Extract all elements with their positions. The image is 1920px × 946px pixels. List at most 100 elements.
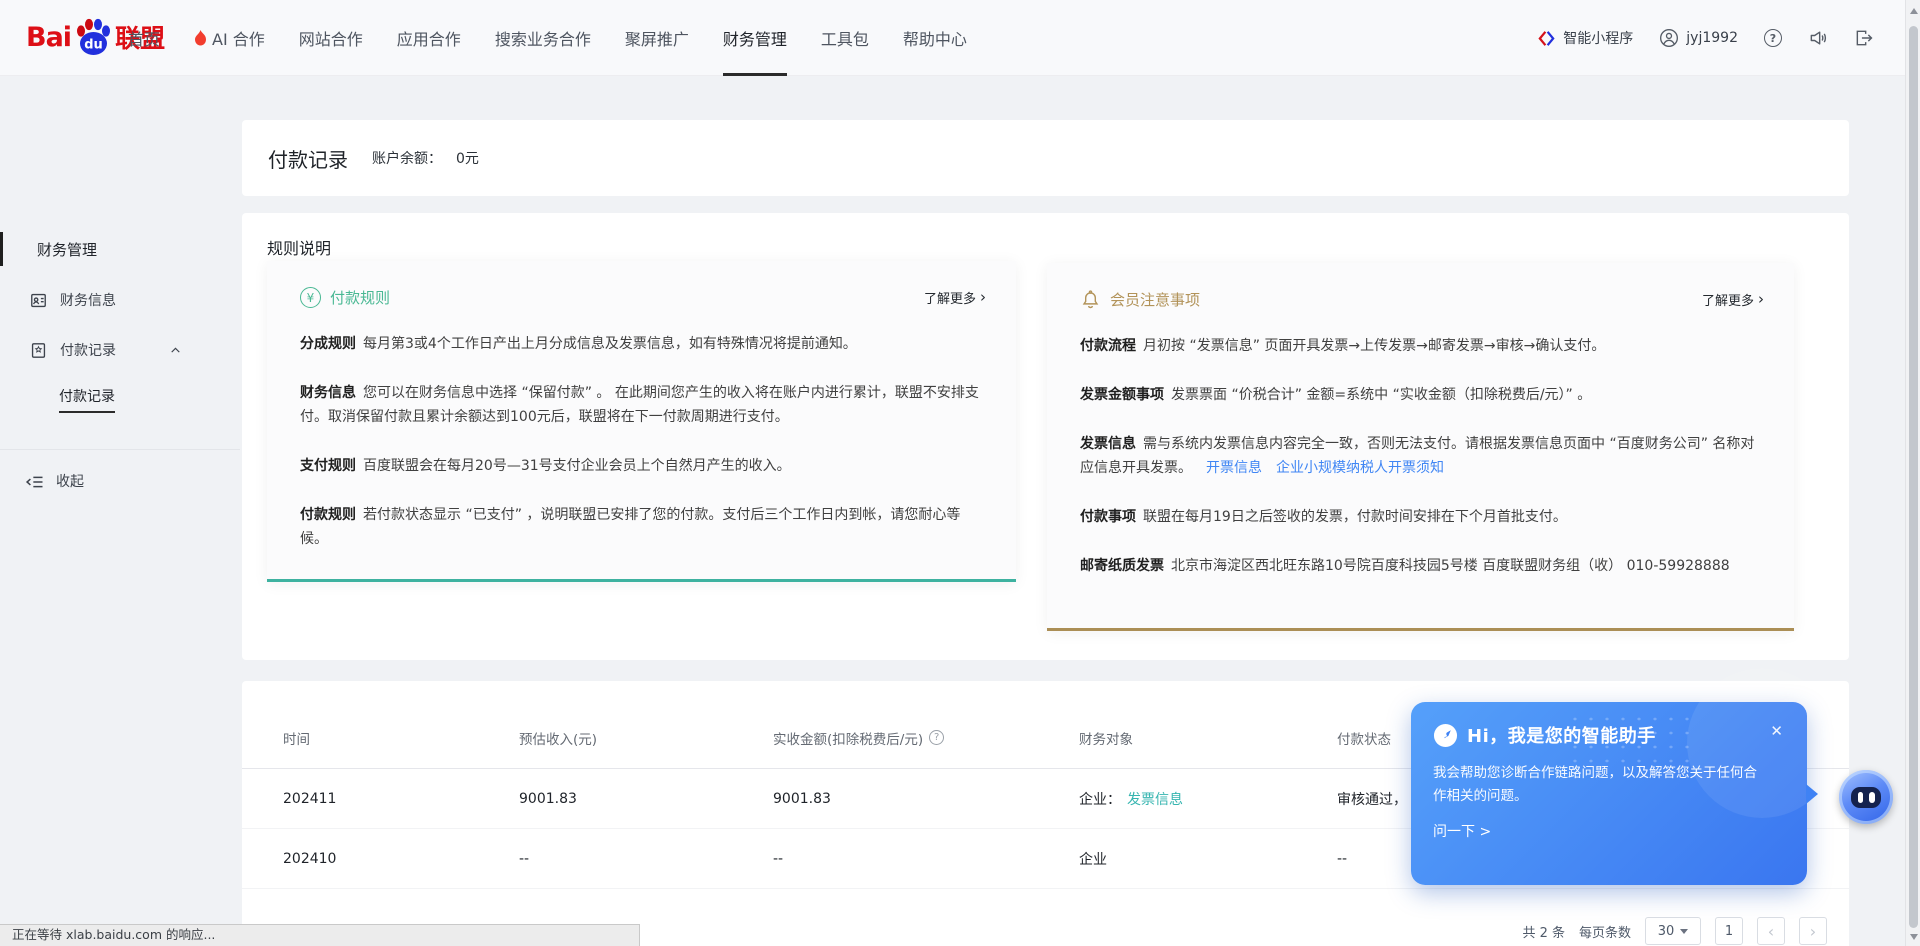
page-size-label: 每页条数 — [1579, 922, 1631, 941]
rule-label: 付款规则 — [300, 507, 356, 523]
rule-label: 付款流程 — [1080, 338, 1136, 354]
scroll-down-arrow-icon[interactable] — [1910, 934, 1918, 940]
rule-item: 发票信息需与系统内发票信息内容完全一致，否则无法支付。请根据发票信息页面中 “百… — [1080, 432, 1764, 480]
nav-label: 帮助中心 — [903, 26, 967, 50]
cell-time: 202410 — [283, 851, 519, 867]
smart-program-diamond-icon — [1536, 28, 1556, 48]
small-taxpayer-notice-link[interactable]: 企业小规模纳税人开票须知 — [1276, 460, 1444, 476]
logout-icon[interactable] — [1854, 28, 1874, 48]
invoice-info-link[interactable]: 开票信息 — [1206, 460, 1262, 476]
cell-finance-object: 企业： 发票信息 — [1079, 789, 1337, 809]
next-page-button[interactable]: › — [1799, 917, 1827, 945]
bell-icon — [1080, 289, 1101, 310]
column-header-estimated-income: 预估收入(元) — [519, 728, 773, 748]
rule-text: 每月第3或4个工作日产出上月分成信息及发票信息，如有特殊情况将提前通知。 — [363, 336, 857, 352]
nav-item-ai-cooperation[interactable]: AI 合作 — [194, 0, 265, 76]
more-label: 了解更多 — [1702, 290, 1754, 309]
nav-item-home[interactable]: 首页 — [128, 0, 160, 76]
chevron-right-icon: › — [1758, 292, 1764, 307]
sidebar-subitem-payment-records[interactable]: 付款记录 — [0, 381, 240, 417]
nav-label: 工具包 — [821, 26, 869, 50]
close-icon[interactable]: ✕ — [1770, 722, 1783, 740]
rules-panel: 规则说明 ¥ 付款规则 了解更多 › 分成规则每月第3或4个工作日产出上月分成信… — [242, 213, 1849, 660]
rule-text: 百度联盟会在每月20号—31号支付企业会员上个自然月产生的收入。 — [363, 458, 791, 474]
rule-text: 您可以在财务信息中选择 “保留付款” 。 在此期间您产生的收入将在账户内进行累计… — [300, 385, 979, 425]
sidebar-divider — [0, 449, 240, 450]
caret-down-icon — [1680, 929, 1688, 934]
member-notice-card-body: 付款流程月初按 “发票信息” 页面开具发票→上传发票→邮寄发票→审核→确认支付。… — [1047, 310, 1794, 578]
nav-label: AI 合作 — [212, 26, 265, 50]
payment-rules-card-body: 分成规则每月第3或4个工作日产出上月分成信息及发票信息，如有特殊情况将提前通知。… — [267, 308, 1016, 551]
rule-item: 邮寄纸质发票北京市海淀区西北旺东路10号院百度科技园5号楼 百度联盟财务组（收）… — [1080, 554, 1764, 578]
rule-text: 月初按 “发票信息” 页面开具发票→上传发票→邮寄发票→审核→确认支付。 — [1143, 338, 1605, 354]
ask-now-link[interactable]: 问一下 > — [1433, 821, 1785, 841]
scroll-up-arrow-icon[interactable] — [1910, 8, 1918, 14]
member-notice-card-header: 会员注意事项 了解更多 › — [1047, 263, 1794, 310]
page-number-button[interactable]: 1 — [1715, 917, 1743, 945]
payment-rules-card: ¥ 付款规则 了解更多 › 分成规则每月第3或4个工作日产出上月分成信息及发票信… — [267, 261, 1016, 582]
nav-label: 首页 — [128, 26, 160, 50]
popup-tail — [1806, 784, 1818, 804]
username-label: jyj1992 — [1686, 30, 1738, 46]
assistant-title: Hi，我是您的智能助手 — [1467, 722, 1656, 748]
rule-label: 邮寄纸质发票 — [1080, 558, 1164, 574]
payment-rules-more-link[interactable]: 了解更多 › — [924, 288, 986, 307]
rule-label: 支付规则 — [300, 458, 356, 474]
announcement-speaker-icon[interactable] — [1808, 28, 1828, 48]
assistant-robot-avatar[interactable] — [1839, 770, 1893, 824]
sidebar-item-finance-info[interactable]: 财务信息 — [0, 282, 240, 318]
column-label: 付款状态 — [1337, 728, 1391, 748]
prev-page-button[interactable]: ‹ — [1757, 917, 1785, 945]
nav-item-search-cooperation[interactable]: 搜索业务合作 — [495, 0, 591, 76]
nav-item-toolkit[interactable]: 工具包 — [821, 0, 869, 76]
app-root: Bai du 联盟 首页 AI 合作 网站合作 — [0, 0, 1920, 946]
assistant-message: 我会帮助您诊断合作链路问题，以及解答您关于任何合作相关的问题。 — [1433, 762, 1767, 808]
smart-mini-program-link[interactable]: 智能小程序 — [1536, 28, 1633, 48]
nav-item-finance-management[interactable]: 财务管理 — [723, 0, 787, 76]
question-circle-icon[interactable]: ? — [929, 730, 944, 745]
page-size-select[interactable]: 30 — [1645, 917, 1701, 945]
sidebar-collapse-button[interactable]: 收起 — [0, 463, 240, 499]
assistant-popup-header: Hi，我是您的智能助手 ✕ — [1433, 722, 1785, 748]
rule-label: 付款事项 — [1080, 509, 1136, 525]
scrollbar-thumb[interactable] — [1909, 26, 1918, 928]
vertical-scrollbar[interactable] — [1905, 0, 1920, 946]
rule-label: 发票金额事项 — [1080, 387, 1164, 403]
robot-eye — [1858, 792, 1864, 803]
chevron-up-icon[interactable] — [169, 344, 182, 357]
cell-received: 9001.83 — [773, 791, 1079, 807]
rule-label: 发票信息 — [1080, 436, 1136, 452]
payment-record-badge-icon — [29, 341, 48, 360]
nav-item-website-cooperation[interactable]: 网站合作 — [299, 0, 363, 76]
chevron-right-icon: › — [980, 290, 986, 305]
nav-item-screen-promotion[interactable]: 聚屏推广 — [625, 0, 689, 76]
sidebar-item-payment-records[interactable]: 付款记录 — [0, 332, 240, 368]
column-label: 时间 — [283, 728, 310, 748]
logo-text-bai: Bai — [26, 22, 71, 53]
help-icon[interactable]: ? — [1764, 29, 1782, 47]
sidebar-section-title: 财务管理 — [37, 239, 97, 260]
coin-yen-icon: ¥ — [300, 287, 321, 308]
user-account[interactable]: jyj1992 — [1659, 28, 1738, 48]
rule-item: 分成规则每月第3或4个工作日产出上月分成信息及发票信息，如有特殊情况将提前通知。 — [300, 332, 986, 356]
rule-item: 付款流程月初按 “发票信息” 页面开具发票→上传发票→邮寄发票→审核→确认支付。 — [1080, 334, 1764, 358]
browser-status-bar: 正在等待 xlab.baidu.com 的响应... — [0, 924, 640, 946]
cell-time: 202411 — [283, 791, 519, 807]
cell-estimated: -- — [519, 851, 773, 867]
member-notice-more-link[interactable]: 了解更多 › — [1702, 290, 1764, 309]
rule-item: 发票金额事项发票票面 “价税合计” 金额=系统中 “实收金额（扣除税费后/元）”… — [1080, 383, 1764, 407]
cell-finance-object: 企业 — [1079, 849, 1337, 869]
rule-item: 财务信息您可以在财务信息中选择 “保留付款” 。 在此期间您产生的收入将在账户内… — [300, 381, 986, 429]
member-notice-card: 会员注意事项 了解更多 › 付款流程月初按 “发票信息” 页面开具发票→上传发票… — [1047, 263, 1794, 631]
robot-eye — [1869, 792, 1875, 803]
pagination: 共 2 条 每页条数 30 1 ‹ › — [1522, 917, 1827, 945]
cell-estimated: 9001.83 — [519, 791, 773, 807]
nav-item-app-cooperation[interactable]: 应用合作 — [397, 0, 461, 76]
header-right-cluster: 智能小程序 jyj1992 ? — [1536, 0, 1874, 76]
invoice-info-table-link[interactable]: 发票信息 — [1127, 789, 1183, 809]
column-label: 财务对象 — [1079, 728, 1133, 748]
sidebar-subitem-label: 付款记录 — [59, 386, 115, 413]
page-title: 付款记录 — [268, 144, 348, 173]
nav-item-help-center[interactable]: 帮助中心 — [903, 0, 967, 76]
assistant-popup: Hi，我是您的智能助手 ✕ 我会帮助您诊断合作链路问题，以及解答您关于任何合作相… — [1411, 702, 1807, 885]
